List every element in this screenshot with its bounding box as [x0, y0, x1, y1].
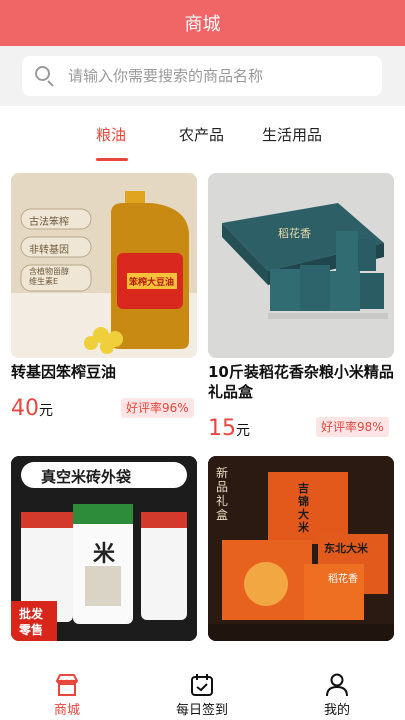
tabbar-label: 我的: [323, 703, 350, 718]
price-value: 15: [208, 416, 236, 441]
product-image: 稻花香: [208, 173, 394, 358]
search-icon: [34, 65, 56, 87]
product-card[interactable]: 稻花香 10斤装稻花香杂粮小米精品礼品盒 15元 好评率98%: [208, 173, 394, 441]
rating-badge: 好评率96%: [121, 398, 194, 418]
rating-badge: 好评率98%: [316, 417, 389, 437]
box-label-3: 稻花香: [328, 574, 358, 585]
price-value: 40: [11, 396, 39, 421]
category-tabs: 粮油 农产品 生活用品: [0, 106, 405, 166]
box-label-2: 东北大米: [324, 542, 368, 555]
box-label-1: 吉锦大米: [298, 482, 309, 534]
tab-farm-products[interactable]: 农产品: [179, 124, 224, 145]
tab-daily-goods[interactable]: 生活用品: [262, 124, 322, 145]
tabbar-item-shop[interactable]: 商城: [27, 673, 107, 718]
product-card[interactable]: 真空米砖外袋 米 批发 零售: [11, 456, 197, 641]
product-card[interactable]: 新品礼盒 吉锦大米 东北大米 稻花香: [208, 456, 394, 641]
banner-text: 真空米砖外袋: [41, 468, 132, 486]
shop-icon: [54, 673, 80, 697]
box-label: 稻花香: [278, 227, 311, 240]
corner-badge: 批发 零售: [19, 607, 44, 637]
tab-grain-oil[interactable]: 粮油: [96, 124, 126, 145]
page-title: 商城: [184, 14, 221, 35]
product-card[interactable]: 古法笨榨 非转基因 含植物甾醇 维生素E 笨榨大豆油 转基因笨榨豆油 40元 好…: [11, 173, 197, 421]
tabbar-label: 每日签到: [175, 703, 228, 718]
search-input[interactable]: [68, 67, 358, 85]
bottle-label: 笨榨大豆油: [129, 278, 175, 288]
product-image: 古法笨榨 非转基因 含植物甾醇 维生素E 笨榨大豆油: [11, 173, 197, 358]
bottom-tab-bar: 商城 每日签到 我的: [0, 665, 405, 720]
tabbar-item-profile[interactable]: 我的: [297, 673, 377, 718]
product-name[interactable]: 10斤装稻花香杂粮小米精品礼品盒: [208, 362, 394, 402]
active-tab-indicator: [96, 158, 128, 161]
calendar-icon: [189, 673, 215, 697]
search-area: [0, 46, 405, 106]
product-image: 真空米砖外袋 米 批发 零售: [11, 456, 197, 641]
user-icon: [324, 673, 350, 697]
image-badge-2: 非转基因: [29, 245, 69, 256]
tabbar-label: 商城: [53, 703, 80, 718]
bag-text: 米: [93, 542, 116, 567]
image-badge-3: 含植物甾醇 维生素E: [29, 267, 69, 286]
search-box[interactable]: [22, 56, 382, 96]
price-unit: 元: [236, 423, 250, 439]
tabbar-item-checkin[interactable]: 每日签到: [162, 673, 242, 718]
image-badge-1: 古法笨榨: [29, 217, 69, 228]
product-name[interactable]: 转基因笨榨豆油: [11, 362, 197, 382]
product-image: 新品礼盒 吉锦大米 东北大米 稻花香: [208, 456, 394, 641]
price-unit: 元: [39, 403, 53, 419]
top-bar: 商城: [0, 0, 405, 46]
product-price: 15元: [208, 416, 250, 441]
product-price: 40元: [11, 396, 53, 421]
left-text: 新品礼盒: [216, 466, 229, 522]
